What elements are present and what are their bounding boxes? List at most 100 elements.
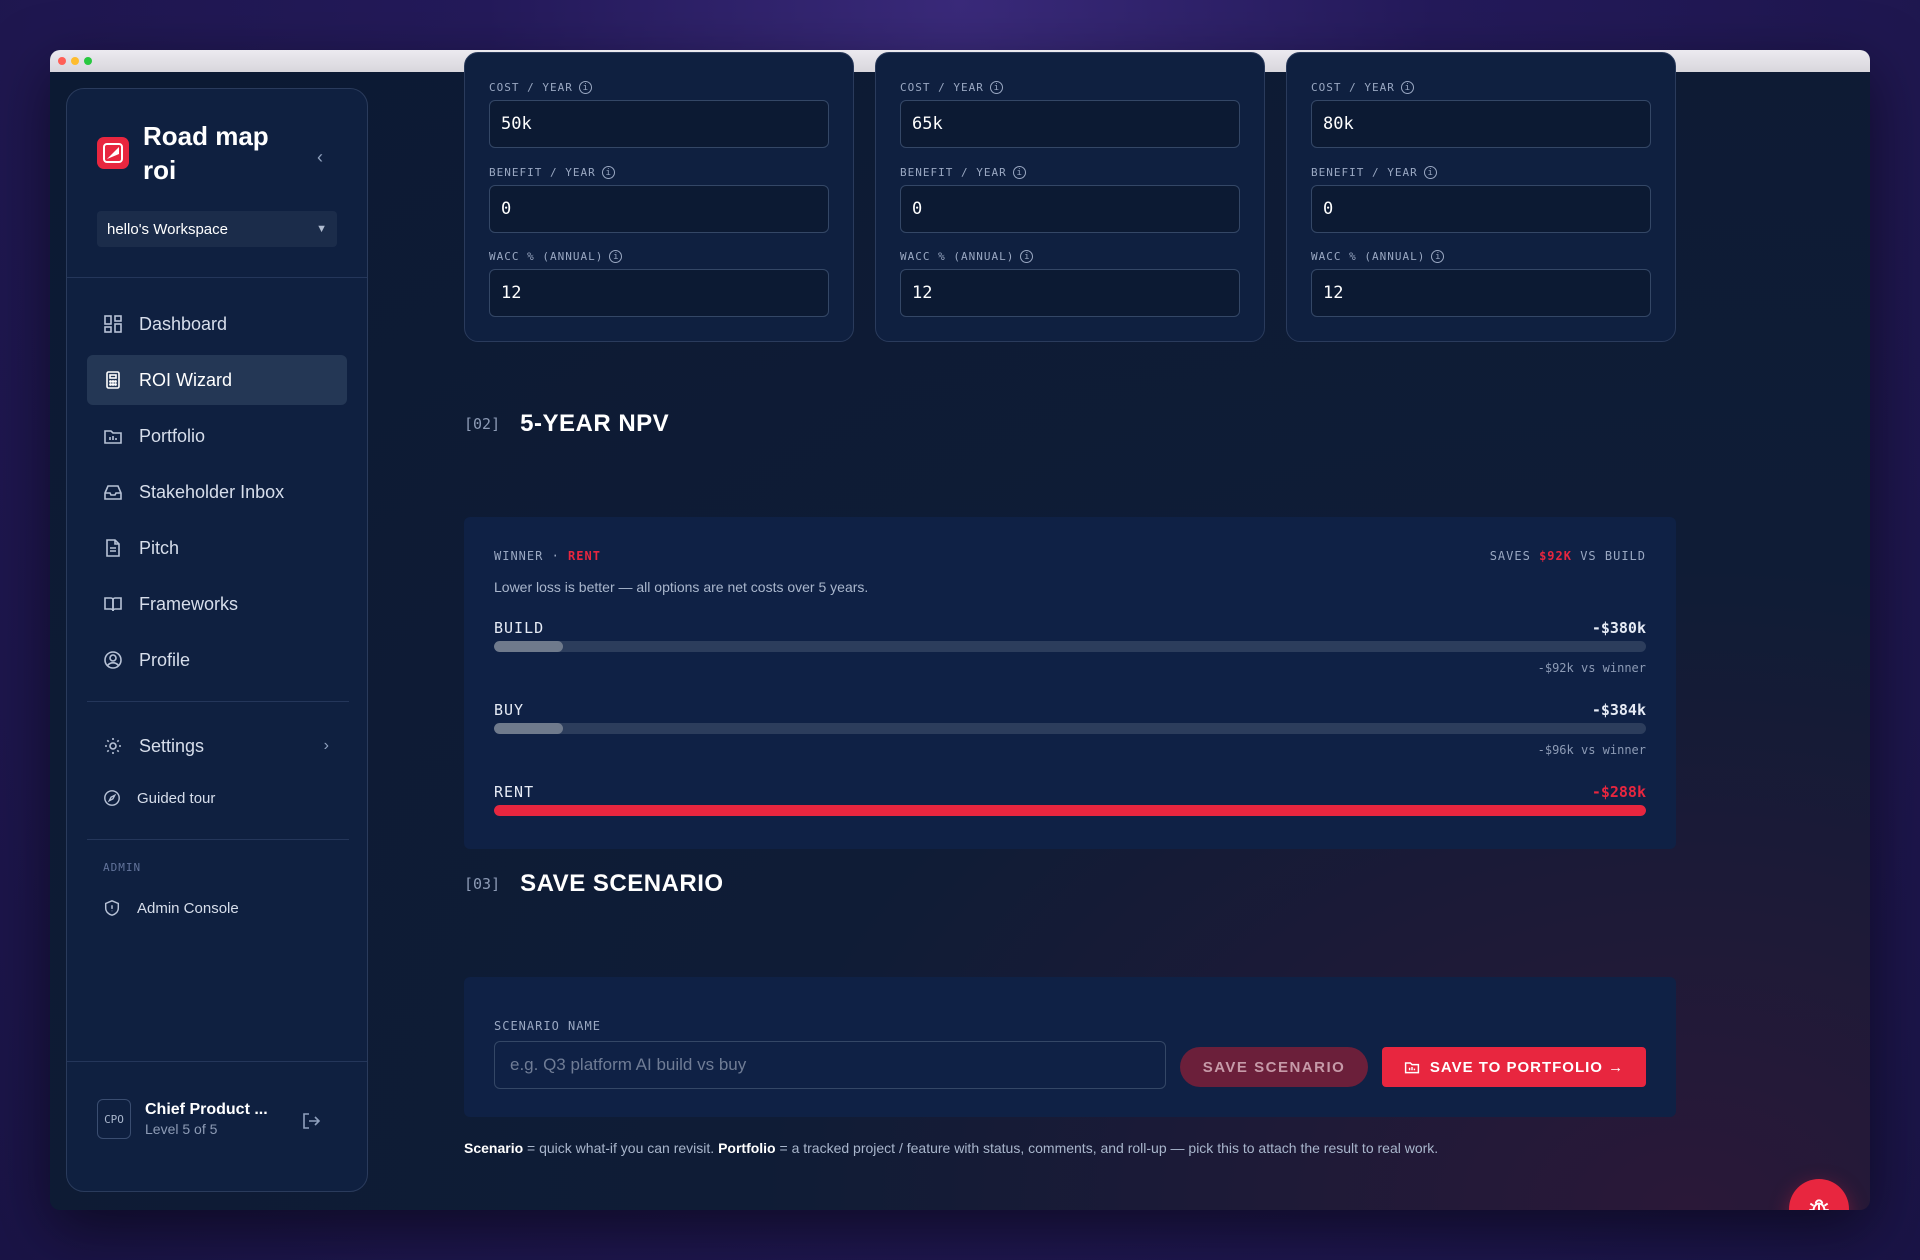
nav-label: Pitch [139, 537, 180, 558]
nav-label: Guided tour [137, 789, 216, 807]
nav-label: Dashboard [139, 313, 228, 334]
wacc-input[interactable]: 12 [1311, 269, 1651, 317]
winner-label: WINNER · RENT [494, 549, 601, 563]
workspace-selector[interactable]: hello's Workspace ▼ [97, 211, 337, 247]
scenario-name-label: SCENARIO NAME [494, 1019, 601, 1033]
benefit-label: BENEFIT / YEAR i [1311, 166, 1437, 179]
logout-icon[interactable] [301, 1111, 321, 1131]
nav-label: Settings [139, 735, 205, 756]
admin-section-label: ADMIN [103, 861, 142, 874]
gear-icon [105, 738, 121, 754]
option-card-buy: COST / YEAR i 65k BENEFIT / YEAR i 0 WACC … [875, 52, 1265, 342]
cost-input[interactable]: 80k [1311, 100, 1651, 148]
dashboard-icon [104, 315, 122, 333]
bar-fill [494, 805, 1646, 816]
npv-subtitle: Lower loss is better — all options are n… [494, 579, 869, 595]
bug-report-button[interactable] [1789, 1179, 1849, 1210]
section-title: 5-YEAR NPV [520, 410, 670, 437]
save-panel: SCENARIO NAME SAVE SCENARIO SAVE TO PORT… [464, 977, 1676, 1117]
nav-item-settings[interactable]: Settings › [87, 721, 347, 771]
wacc-input[interactable]: 12 [489, 269, 829, 317]
bar-diff: -$96k vs winner [1537, 743, 1646, 757]
brand[interactable]: Road map roi [97, 119, 283, 187]
nav-label: Profile [139, 649, 191, 670]
app-logo-icon [97, 137, 129, 169]
info-icon[interactable]: i [578, 81, 592, 94]
nav-label: Admin Console [137, 899, 239, 917]
benefit-input[interactable]: 0 [1311, 185, 1651, 233]
user-profile[interactable]: CPO Chief Product ... Level 5 of 5 [97, 1099, 268, 1139]
npv-section-header: [02] 5-YEAR NPV [464, 410, 669, 438]
folder-icon [1404, 1062, 1419, 1074]
collapse-sidebar-icon[interactable]: ‹ [317, 147, 323, 168]
bar-track [494, 805, 1646, 816]
info-icon[interactable]: i [1400, 81, 1414, 94]
section-number: [02] [464, 415, 501, 433]
shield-icon [104, 900, 120, 916]
close-window-icon[interactable] [58, 57, 66, 65]
cost-label: COST / YEAR i [900, 81, 1003, 94]
chevron-down-icon: ▼ [316, 223, 327, 235]
divider [87, 839, 349, 840]
maximize-window-icon[interactable] [84, 57, 92, 65]
browser-window: Road map roi ‹ hello's Workspace ▼ Dashb… [50, 50, 1870, 1210]
savings-label: SAVES $92K VS BUILD [1489, 549, 1646, 563]
button-label: SAVE TO PORTFOLIO → [1429, 1058, 1625, 1076]
bug-icon [1809, 1199, 1829, 1210]
benefit-input[interactable]: 0 [489, 185, 829, 233]
option-card-build: COST / YEAR i 50k BENEFIT / YEAR i 0 WACC … [464, 52, 854, 342]
nav-item-stakeholder-inbox[interactable]: Stakeholder Inbox [87, 467, 347, 517]
nav-item-guided-tour[interactable]: Guided tour [87, 773, 347, 823]
bar-name: BUILD [494, 619, 545, 637]
nav-item-roi-wizard[interactable]: ROI Wizard [87, 355, 347, 405]
cost-input[interactable]: 50k [489, 100, 829, 148]
nav-item-admin-console[interactable]: Admin Console [87, 883, 347, 933]
info-icon[interactable]: i [609, 250, 623, 263]
bar-value: -$380k [1591, 619, 1646, 637]
npv-bar-buy: BUY -$384k -$96k vs winner [494, 701, 1646, 757]
info-icon[interactable]: i [601, 166, 615, 179]
nav-label: Frameworks [139, 593, 239, 614]
chevron-right-icon: › [323, 737, 329, 754]
cost-input[interactable]: 65k [900, 100, 1240, 148]
nav-item-profile[interactable]: Profile [87, 635, 347, 685]
nav-item-frameworks[interactable]: Frameworks [87, 579, 347, 629]
user-level: Level 5 of 5 [145, 1121, 218, 1137]
save-to-portfolio-button[interactable]: SAVE TO PORTFOLIO → [1382, 1047, 1646, 1087]
scenario-name-input[interactable] [494, 1041, 1166, 1089]
bar-fill [494, 723, 564, 734]
sidebar: Road map roi ‹ hello's Workspace ▼ Dashb… [66, 88, 368, 1192]
section-number: [03] [464, 875, 501, 893]
info-icon[interactable]: i [989, 81, 1003, 94]
compass-icon [104, 790, 120, 806]
npv-bar-build: BUILD -$380k -$92k vs winner [494, 619, 1646, 675]
benefit-label: BENEFIT / YEAR i [900, 166, 1026, 179]
inbox-icon [104, 485, 122, 500]
nav-label: Stakeholder Inbox [139, 481, 285, 502]
info-icon[interactable]: i [1020, 250, 1034, 263]
save-section-header: [03] SAVE SCENARIO [464, 870, 724, 898]
nav-item-pitch[interactable]: Pitch [87, 523, 347, 573]
npv-panel: WINNER · RENT SAVES $92K VS BUILD Lower … [464, 517, 1676, 849]
nav-item-dashboard[interactable]: Dashboard [87, 299, 347, 349]
bar-name: RENT [494, 783, 535, 801]
benefit-input[interactable]: 0 [900, 185, 1240, 233]
divider [67, 277, 367, 278]
benefit-label: BENEFIT / YEAR i [489, 166, 615, 179]
bar-track [494, 641, 1646, 652]
npv-bar-rent: RENT -$288k [494, 783, 1646, 816]
nav-label: Portfolio [139, 425, 206, 446]
nav-label: ROI Wizard [139, 369, 233, 390]
info-icon[interactable]: i [1012, 166, 1026, 179]
user-name: Chief Product ... [145, 1101, 268, 1118]
info-icon[interactable]: i [1431, 250, 1445, 263]
cost-label: COST / YEAR i [1311, 81, 1414, 94]
info-icon[interactable]: i [1423, 166, 1437, 179]
nav-item-portfolio[interactable]: Portfolio [87, 411, 347, 461]
save-scenario-button[interactable]: SAVE SCENARIO [1180, 1047, 1368, 1087]
bar-diff: -$92k vs winner [1537, 661, 1646, 675]
document-icon [106, 539, 120, 557]
section-title: SAVE SCENARIO [520, 870, 724, 897]
minimize-window-icon[interactable] [71, 57, 79, 65]
wacc-input[interactable]: 12 [900, 269, 1240, 317]
